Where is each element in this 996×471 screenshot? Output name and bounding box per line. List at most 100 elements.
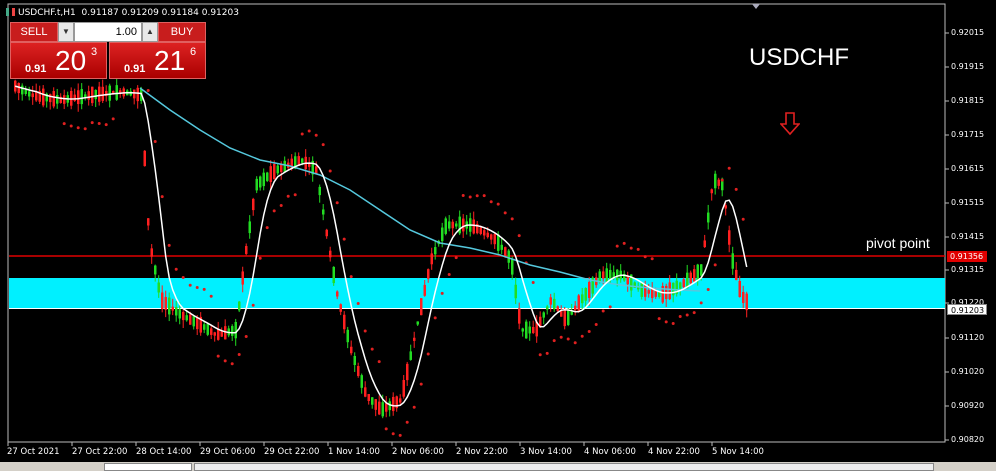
candle-body (224, 326, 227, 340)
price-label: 0.92015 (951, 28, 985, 37)
time-label: 4 Nov 22:00 (648, 447, 700, 457)
candle-body (689, 272, 692, 284)
moving-average-fast (14, 85, 748, 407)
candle-body (255, 178, 258, 191)
sar-dot (489, 200, 493, 204)
candle-body (682, 279, 685, 288)
buy-price-box[interactable]: 0.91 21 6 (109, 42, 206, 79)
pivot-label: pivot point (866, 235, 930, 251)
sar-dot (272, 209, 276, 213)
candle-body (28, 91, 31, 97)
candle-body (241, 271, 244, 285)
candle-body (276, 165, 279, 174)
candle-body (231, 326, 234, 336)
candle-body (157, 282, 160, 293)
sar-dot (734, 187, 738, 191)
sar-dot (580, 334, 584, 338)
candle-body (189, 314, 192, 325)
candle-body (409, 351, 412, 360)
candle-body (567, 309, 570, 325)
sar-dot (622, 241, 626, 245)
sar-dot (685, 313, 689, 317)
sar-dot (111, 117, 115, 121)
candle-body (73, 94, 76, 101)
sar-dot (601, 309, 605, 313)
sar-dot (209, 294, 213, 298)
sar-dot (594, 322, 598, 326)
candle-body (707, 212, 710, 223)
candle-body (493, 234, 496, 245)
sar-dot (328, 169, 332, 173)
candle-body (430, 253, 433, 265)
sar-dot (461, 194, 465, 197)
sar-dot (706, 288, 710, 291)
price-label: 0.90920 (951, 401, 985, 410)
sar-dot (384, 427, 388, 431)
sar-dot (90, 121, 94, 125)
sar-dot (559, 335, 563, 339)
candle-body (143, 150, 146, 167)
sell-price-prefix: 0.91 (25, 63, 47, 75)
sar-dot (566, 337, 570, 341)
sar-dot (76, 126, 80, 130)
sar-dot (433, 316, 437, 320)
candle-body (514, 284, 517, 299)
candle-body (423, 284, 426, 296)
pivot-price-tag: 0.91356 (947, 251, 987, 262)
candle-body (238, 301, 241, 311)
time-label: 29 Oct 22:00 (264, 447, 320, 457)
moving-average-slow (139, 87, 701, 292)
sar-dot (160, 195, 164, 199)
candle-body (31, 93, 34, 98)
candle-body (399, 398, 402, 403)
sar-dot (496, 202, 500, 206)
candle-body (413, 337, 416, 341)
candle-body (731, 253, 734, 269)
sell-price-box[interactable]: 0.91 20 3 (10, 42, 107, 79)
candle-body (133, 89, 136, 99)
price-label: 0.91815 (951, 96, 985, 105)
sar-dot (300, 132, 304, 136)
sar-dot (370, 347, 374, 351)
candle-body (161, 292, 164, 310)
candle-body (273, 163, 276, 180)
candle-body (87, 91, 90, 100)
buy-button[interactable]: BUY (158, 22, 206, 42)
candle-body (171, 306, 174, 311)
candle-body (42, 88, 45, 106)
candle-body (217, 329, 220, 340)
lot-decrease-icon[interactable]: ▼ (58, 22, 74, 42)
chart-tab[interactable] (194, 463, 934, 471)
sell-button[interactable]: SELL (10, 22, 58, 42)
ohlc-values: 0.91187 0.91209 0.91184 0.91203 (81, 8, 239, 18)
sar-dot (286, 194, 290, 198)
candle-body (182, 311, 185, 321)
candle-body (451, 221, 454, 229)
candle-body (262, 172, 265, 187)
time-label: 28 Oct 14:00 (136, 447, 192, 457)
chart-tab[interactable] (104, 463, 192, 471)
candle-body (150, 248, 153, 257)
candle-body (542, 312, 545, 318)
buy-price-prefix: 0.91 (124, 63, 146, 75)
candle-body (266, 172, 269, 181)
candle-body (164, 296, 167, 310)
lot-size-input[interactable] (74, 22, 142, 42)
candle-body (175, 307, 178, 316)
candle-body (647, 290, 650, 294)
sar-dot (83, 127, 87, 131)
candle-body (581, 294, 584, 304)
candle-body (353, 355, 356, 366)
candle-body (490, 234, 493, 240)
candle-body (703, 240, 706, 248)
sar-dot (440, 291, 444, 295)
time-label: 2 Nov 06:00 (392, 447, 444, 457)
candle-body (577, 295, 580, 312)
candle-body (521, 328, 524, 332)
chart-window[interactable]: USDCHF.t,H1 0.91187 0.91209 0.91184 0.91… (0, 0, 996, 471)
buy-price-pip: 6 (190, 46, 197, 58)
lot-increase-icon[interactable]: ▲ (142, 22, 158, 42)
sar-dot (538, 353, 542, 357)
time-label: 27 Oct 22:00 (72, 447, 128, 457)
candle-body (329, 250, 332, 258)
